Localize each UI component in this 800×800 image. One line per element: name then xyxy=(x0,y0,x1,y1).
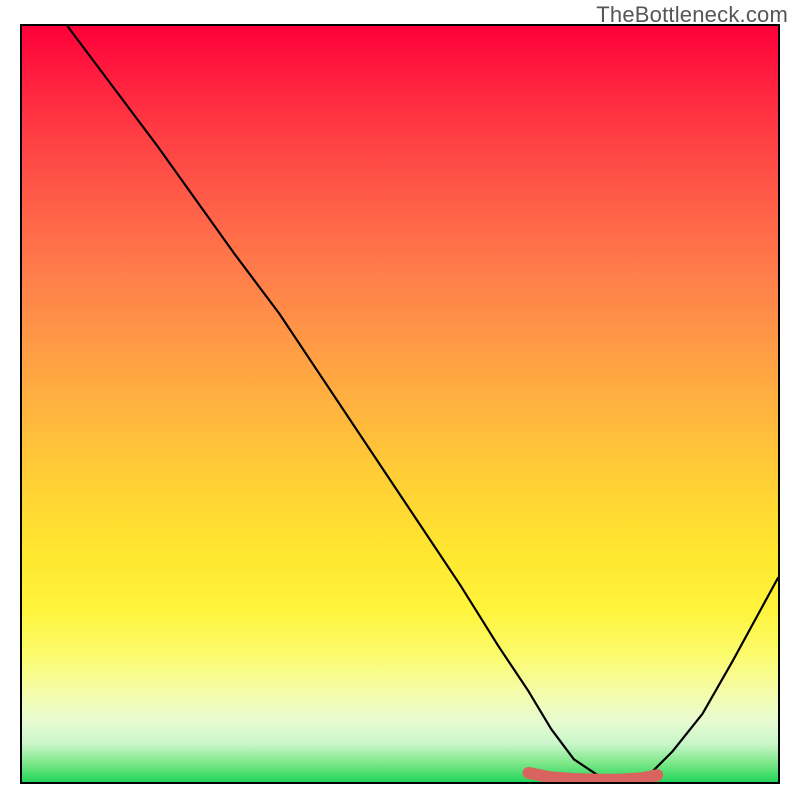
curve-line xyxy=(67,26,778,782)
plot-area xyxy=(20,24,780,784)
highlight-marker xyxy=(529,773,658,780)
highlight-marker-dot xyxy=(651,769,663,781)
chart-frame: TheBottleneck.com xyxy=(0,0,800,800)
chart-overlay xyxy=(22,26,778,782)
